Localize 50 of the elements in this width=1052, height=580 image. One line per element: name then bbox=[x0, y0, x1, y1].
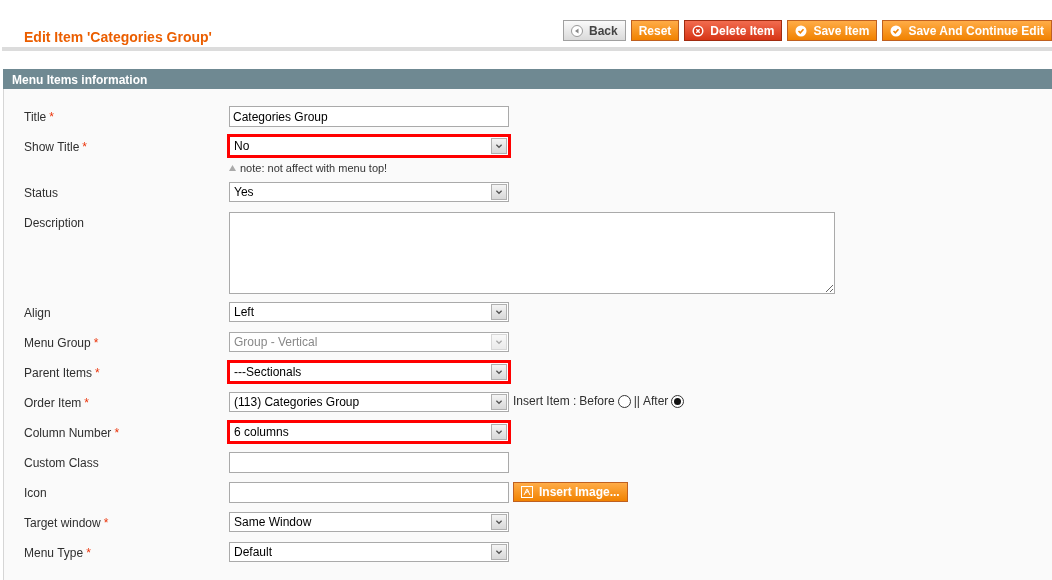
triangle-icon bbox=[229, 165, 236, 171]
field-label: Align bbox=[24, 305, 52, 320]
dropdown-caret-icon bbox=[491, 304, 507, 320]
textarea-field[interactable] bbox=[229, 212, 835, 294]
dropdown-caret-icon bbox=[491, 514, 507, 530]
dropdown-caret-icon bbox=[491, 184, 507, 200]
dropdown-caret-icon bbox=[491, 364, 507, 380]
field-label: Menu Group * bbox=[24, 335, 100, 350]
input-field[interactable] bbox=[229, 482, 509, 503]
select-field[interactable]: Left bbox=[229, 302, 509, 322]
check-icon bbox=[890, 24, 903, 37]
select-field[interactable]: No bbox=[227, 134, 511, 158]
field-label: Show Title * bbox=[24, 139, 89, 154]
select-field[interactable]: Yes bbox=[229, 182, 509, 202]
radio-button[interactable] bbox=[671, 394, 685, 408]
field-label: Custom Class bbox=[24, 455, 100, 470]
check-icon bbox=[795, 24, 808, 37]
select-field[interactable]: (113) Categories Group bbox=[229, 392, 509, 412]
field-label: Title * bbox=[24, 109, 55, 124]
field-label: Parent Items * bbox=[24, 365, 101, 380]
select-field[interactable]: Default bbox=[229, 542, 509, 562]
select-field[interactable]: Same Window bbox=[229, 512, 509, 532]
delete-button[interactable]: Delete Item bbox=[684, 20, 783, 41]
select-field[interactable]: 6 columns bbox=[227, 420, 511, 444]
radio-label: Before bbox=[579, 394, 615, 408]
dropdown-caret-icon bbox=[491, 138, 507, 154]
separator-text: || bbox=[633, 394, 640, 408]
field-label: Description bbox=[24, 215, 86, 230]
radio-button[interactable] bbox=[617, 394, 631, 408]
input-field[interactable]: Categories Group bbox=[229, 106, 509, 127]
image-icon bbox=[521, 486, 533, 498]
page-title: Edit Item 'Categories Group' bbox=[24, 29, 212, 45]
input-field[interactable] bbox=[229, 452, 509, 473]
field-label: Order Item * bbox=[24, 395, 91, 410]
field-label: Target window * bbox=[24, 515, 110, 530]
field-label: Menu Type * bbox=[24, 545, 92, 560]
field-label: Icon bbox=[24, 485, 48, 500]
close-icon bbox=[692, 24, 705, 37]
dropdown-caret-icon bbox=[491, 424, 507, 440]
dropdown-caret-icon bbox=[491, 544, 507, 560]
back-button[interactable]: Back bbox=[563, 20, 626, 41]
field-label: Column Number * bbox=[24, 425, 121, 440]
select-field[interactable]: ---Sectionals bbox=[227, 360, 511, 384]
dropdown-caret-icon bbox=[491, 334, 507, 350]
dropdown-caret-icon bbox=[491, 394, 507, 410]
radio-label: After bbox=[642, 394, 669, 408]
section-header: Menu Items information bbox=[3, 69, 1052, 89]
insert-label: Insert Item : bbox=[513, 394, 577, 408]
field-label: Status bbox=[24, 185, 60, 200]
field-note: note: not affect with menu top! bbox=[240, 162, 388, 174]
